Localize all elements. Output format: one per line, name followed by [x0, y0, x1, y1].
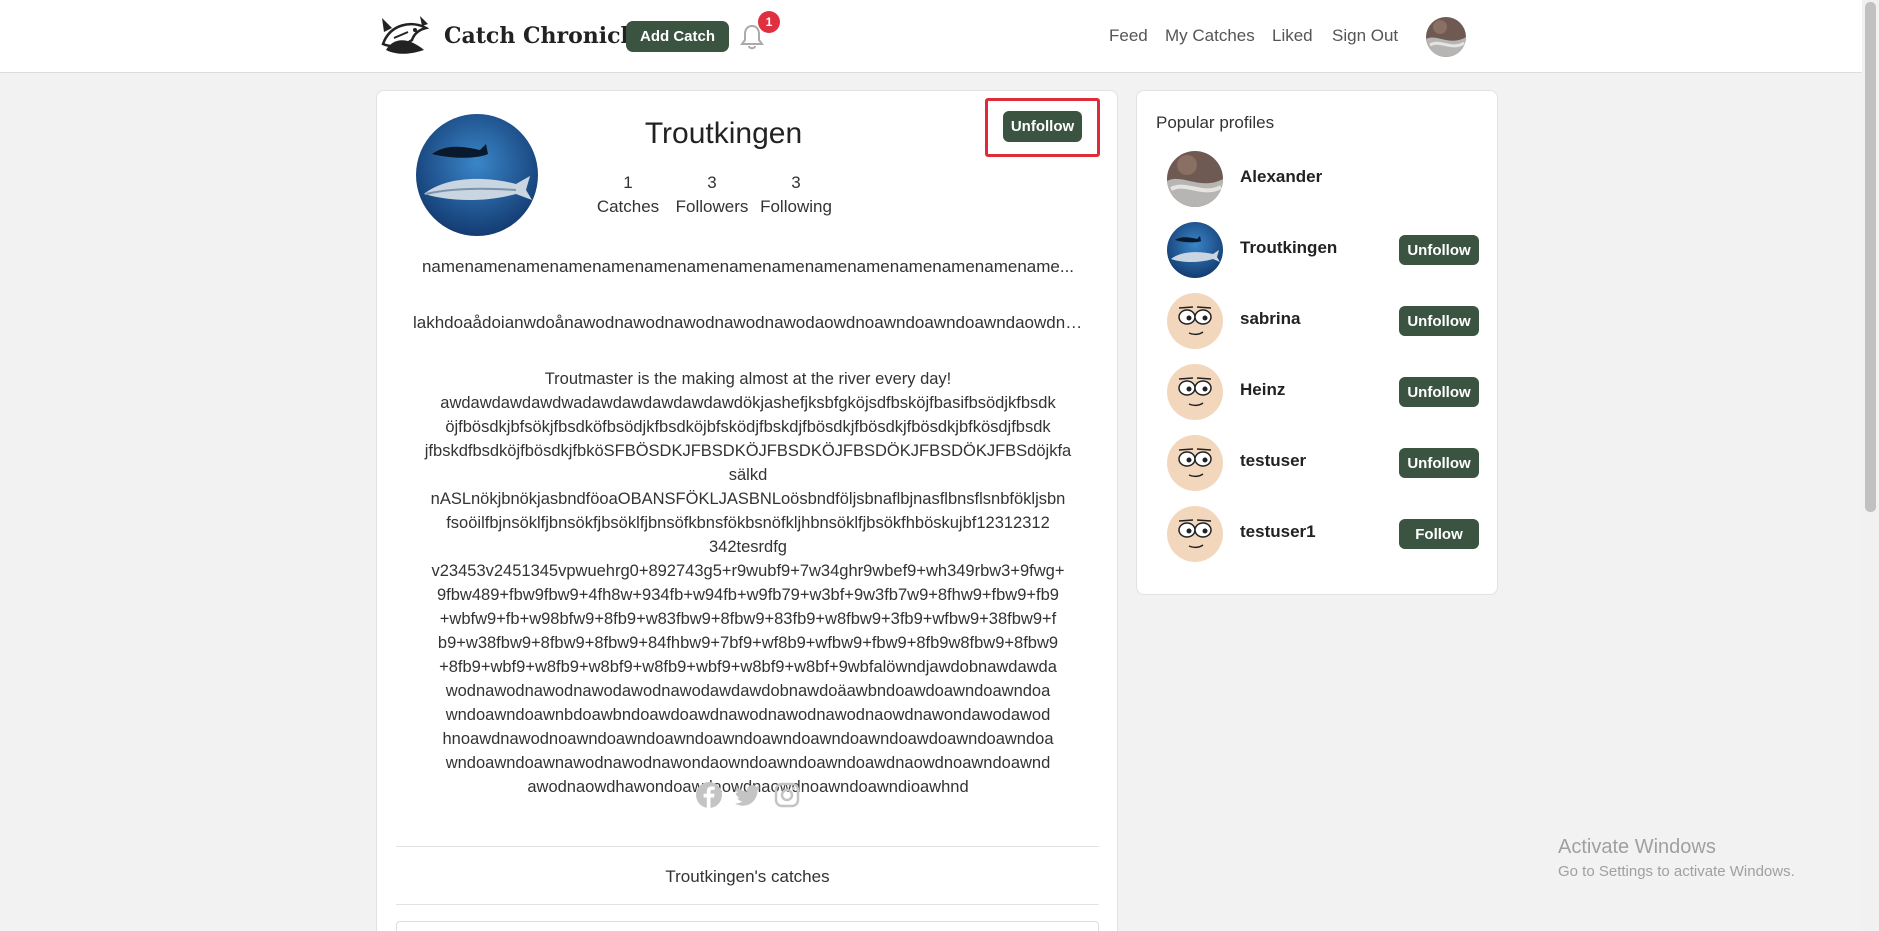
stat-label: Following [760, 197, 832, 216]
bio-line: fsoöilfbjnsöklfjbnsökfjbsöklfjbnsöfkbnsf… [446, 514, 1050, 532]
profile-avatar [416, 114, 538, 236]
stat-label: Followers [675, 197, 749, 216]
profile-name: Troutkingen [644, 117, 803, 150]
profile-name[interactable]: testuser [1240, 451, 1306, 471]
bio-line: nASLnökjbnökjasbndföoaOBANSFÖKLJASBNLoös… [430, 490, 1066, 508]
avatar[interactable] [1167, 293, 1223, 349]
bio-line: öjfbösdkjbfsökjfbsdköfbsödjkfbsdköjbfskö… [445, 418, 1051, 436]
catch-card[interactable] [396, 921, 1099, 931]
bio-line: wndoawndoawnawodnawodnawondaowndoawndoaw… [445, 754, 1051, 772]
nav-feed[interactable]: Feed [1109, 26, 1148, 46]
divider [396, 846, 1099, 847]
popular-profile-row[interactable]: testuser Unfollow [1167, 435, 1487, 491]
activate-windows-title: Activate Windows [1558, 836, 1716, 858]
stat-value: 3 [707, 173, 717, 192]
profile-name[interactable]: Troutkingen [1240, 238, 1337, 258]
nav-liked[interactable]: Liked [1272, 26, 1313, 46]
bio-line: 342tesrdfg [709, 538, 787, 556]
stat-value: 3 [791, 173, 801, 192]
add-catch-button[interactable]: Add Catch [626, 21, 729, 52]
unfollow-button[interactable]: Unfollow [1003, 111, 1082, 142]
social-links [695, 781, 801, 809]
instagram-icon[interactable] [773, 781, 801, 809]
unfollow-button[interactable]: Unfollow [1399, 448, 1479, 478]
avatar[interactable] [1167, 435, 1223, 491]
popular-profile-row[interactable]: sabrina Unfollow [1167, 293, 1487, 349]
avatar[interactable] [1167, 364, 1223, 420]
bio-line: 9fbw489+fbw9fbw9+4fh8w+934fb+w94fb+w9fb7… [437, 586, 1059, 604]
profile-card: Troutkingen 1 Catches 3 Followers 3 Foll… [376, 90, 1118, 931]
brand[interactable]: Catch Chronicle [380, 14, 643, 58]
profile-name[interactable]: sabrina [1240, 309, 1300, 329]
unfollow-button[interactable]: Unfollow [1399, 377, 1479, 407]
bio-line: jfbskdfbsdköjfbösdkjfbköSFBÖSDKJFBSDKÖJF… [424, 442, 1072, 484]
popular-profile-row[interactable]: Alexander [1167, 151, 1487, 207]
profile-line-2: lakhdoaådoianwdoånawodnawodnawodnawodnaw… [413, 313, 1083, 332]
bio-line: awdawdawdawdwadawdawdawdawdawdökjashefjk… [440, 394, 1056, 412]
notification-badge: 1 [758, 11, 780, 33]
bio-line: +wbfw9+fb+w98bfw9+8fb9+w83fbw9+8fbw9+83f… [439, 610, 1057, 628]
bio-line: wndoawndoawnbdoawbndoawdoawdnawodnawodna… [445, 706, 1051, 724]
popular-profile-row[interactable]: testuser1 Follow [1167, 506, 1487, 562]
avatar[interactable] [1167, 222, 1223, 278]
unfollow-button[interactable]: Unfollow [1399, 235, 1479, 265]
activate-windows-subtitle: Go to Settings to activate Windows. [1558, 863, 1795, 880]
popular-profile-row[interactable]: Heinz Unfollow [1167, 364, 1487, 420]
bio-line: +8fb9+wbf9+w8fb9+w8bf9+w8fb9+wbf9+w8bf9+… [439, 658, 1057, 676]
stat-followers[interactable]: 3 Followers [664, 171, 760, 219]
stat-value: 1 [623, 173, 633, 192]
profile-line-1: namenamenamenamenamenamenamenamenamename… [421, 257, 1075, 276]
unfollow-button[interactable]: Unfollow [1399, 306, 1479, 336]
bio-line: Troutmaster is the making almost at the … [544, 370, 952, 388]
stat-following[interactable]: 3 Following [748, 171, 844, 219]
popular-profiles-title: Popular profiles [1156, 113, 1275, 132]
bio-line: hnoawdnawodnoawndoawndoawndoawndoawndoaw… [442, 730, 1054, 748]
facebook-icon[interactable] [695, 781, 723, 809]
profile-bio: Troutmaster is the making almost at the … [423, 367, 1073, 799]
user-avatar[interactable] [1426, 17, 1466, 57]
avatar[interactable] [1167, 151, 1223, 207]
brand-name: Catch Chronicle [444, 23, 643, 49]
avatar[interactable] [1167, 506, 1223, 562]
scrollbar-thumb[interactable] [1865, 2, 1876, 512]
popular-profile-row[interactable]: Troutkingen Unfollow [1167, 222, 1487, 278]
stat-catches[interactable]: 1 Catches [580, 171, 676, 219]
bio-line: b9+w38fbw9+8fbw9+8fbw9+84fhbw9+7bf9+wf8b… [437, 634, 1059, 652]
bio-line: v23453v2451345vpwuehrg0+892743g5+r9wubf9… [431, 562, 1065, 580]
fish-logo-icon [381, 16, 430, 54]
popular-profiles-card: Popular profiles Alexander Troutkingen U… [1136, 90, 1498, 595]
twitter-icon[interactable] [734, 781, 762, 809]
profile-name[interactable]: Alexander [1240, 167, 1322, 187]
divider [396, 904, 1099, 905]
nav-sign-out[interactable]: Sign Out [1332, 26, 1398, 46]
nav-my-catches[interactable]: My Catches [1165, 26, 1255, 46]
bio-line: wodnawodnawodnawodawodnawodawdawdobnawdo… [445, 682, 1051, 700]
stat-label: Catches [596, 197, 660, 216]
profile-name[interactable]: Heinz [1240, 380, 1285, 400]
top-navbar: Catch Chronicle Add Catch 1 Feed My Catc… [0, 0, 1879, 73]
follow-button[interactable]: Follow [1399, 519, 1479, 549]
catches-heading: Troutkingen's catches [665, 867, 830, 886]
profile-name[interactable]: testuser1 [1240, 522, 1316, 542]
